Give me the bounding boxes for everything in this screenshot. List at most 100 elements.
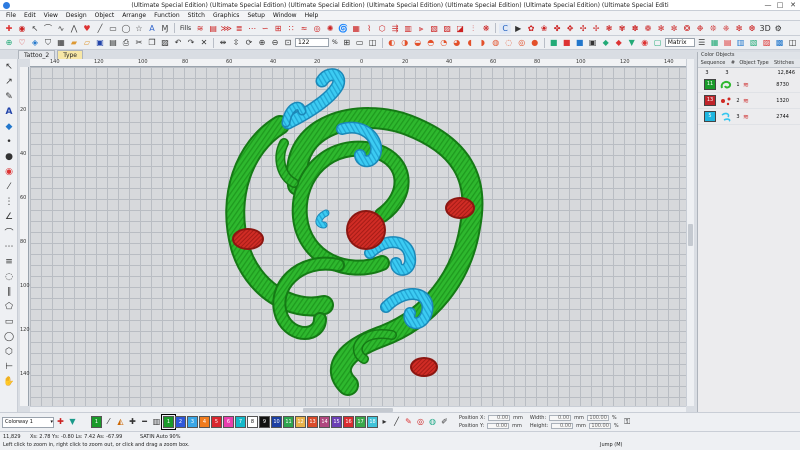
special-fill-13-icon[interactable]: ❂ — [681, 23, 693, 34]
object-3-icon[interactable]: ■ — [574, 37, 586, 48]
save-as-icon[interactable]: ▤ — [107, 37, 119, 48]
color-swatch[interactable]: 9 — [259, 416, 270, 428]
object-13-icon[interactable]: ▧ — [748, 37, 760, 48]
fill-zigzag-icon[interactable]: ≈ — [298, 23, 310, 34]
object-1-icon[interactable]: ■ — [548, 37, 560, 48]
matrix-select[interactable]: Matrix — [664, 38, 695, 47]
hand-icon[interactable]: ✋ — [2, 375, 16, 389]
fill-motif-icon[interactable]: ⋯ — [246, 23, 258, 34]
effect-4-icon[interactable]: ◓ — [425, 37, 437, 48]
special-fill-17-icon[interactable]: ❇ — [733, 23, 745, 34]
effect-12-icon[interactable]: ● — [529, 37, 541, 48]
special-fill-2-icon[interactable]: ❀ — [538, 23, 550, 34]
position-x-input[interactable]: 0.00 — [488, 415, 511, 421]
fill-offset-icon[interactable]: ⌇ — [363, 23, 375, 34]
shirt-icon[interactable]: ▼ — [67, 416, 78, 428]
color-swatch[interactable]: 10 — [271, 416, 282, 428]
effect-1-icon[interactable]: ◐ — [386, 37, 398, 48]
special-fill-16-icon[interactable]: ❈ — [720, 23, 732, 34]
special-fill-14-icon[interactable]: ❉ — [694, 23, 706, 34]
lock-icon[interactable]: ⚿ — [622, 416, 633, 428]
undo-icon[interactable]: ↶ — [172, 37, 184, 48]
effect-10-icon[interactable]: ◌ — [503, 37, 515, 48]
menu-graphics[interactable]: Graphics — [209, 11, 244, 21]
fill-spiral-icon[interactable]: 🌀 — [337, 23, 349, 34]
monogram-icon[interactable]: Ɱ — [159, 23, 171, 34]
menu-function[interactable]: Function — [150, 11, 184, 21]
wilcom-icon[interactable]: ◉ — [16, 23, 28, 34]
rect-icon[interactable]: ▭ — [107, 23, 119, 34]
save-icon[interactable]: ▣ — [94, 37, 106, 48]
color-swatch[interactable]: 8 — [247, 416, 258, 428]
fill-pattern-icon[interactable]: ⋙ — [220, 23, 232, 34]
special-fill-15-icon[interactable]: ❊ — [707, 23, 719, 34]
effect-11-icon[interactable]: ◎ — [516, 37, 528, 48]
hoop-icon[interactable]: ◫ — [367, 37, 379, 48]
redo-icon[interactable]: ↷ — [185, 37, 197, 48]
object-6-icon[interactable]: ◆ — [613, 37, 625, 48]
stitch-player-icon[interactable]: ▶ — [512, 23, 524, 34]
color-swatch[interactable]: 11 — [283, 416, 294, 428]
needle-tool-icon[interactable]: ✎ — [403, 416, 414, 428]
fill-contour-icon[interactable]: ≣ — [233, 23, 245, 34]
object-11-icon[interactable]: ▤ — [722, 37, 734, 48]
satin-column-icon[interactable]: ∥ — [2, 285, 16, 299]
magic-wand-icon[interactable]: ✎ — [2, 90, 16, 104]
color-swatch[interactable]: 3 — [187, 416, 198, 428]
color-swatch[interactable]: 2 — [175, 416, 186, 428]
object-2-icon[interactable]: ■ — [561, 37, 573, 48]
fill-emboss-icon[interactable]: ▥ — [402, 23, 414, 34]
color-swatch[interactable]: 7 — [235, 416, 246, 428]
close-button[interactable]: ✕ — [787, 0, 799, 10]
zoom-out-icon[interactable]: ⊖ — [269, 37, 281, 48]
col-index[interactable]: # — [728, 60, 738, 66]
paste-icon[interactable]: ▨ — [159, 37, 171, 48]
object-5-icon[interactable]: ◆ — [600, 37, 612, 48]
col-stitches[interactable]: Stitches — [770, 60, 798, 66]
color-swatch[interactable]: 5 — [211, 416, 222, 428]
fill-cross-icon[interactable]: ⊞ — [272, 23, 284, 34]
design-canvas[interactable] — [30, 67, 686, 406]
color-swatch[interactable]: 17 — [355, 416, 366, 428]
menu-view[interactable]: View — [40, 11, 62, 21]
colorway-select[interactable]: Colorway 1 ▾ — [2, 416, 54, 428]
cut-icon[interactable]: ✂ — [133, 37, 145, 48]
zoom-in-icon[interactable]: ⊕ — [256, 37, 268, 48]
menu-object[interactable]: Object — [91, 11, 119, 21]
grid-icon[interactable]: ▦ — [55, 37, 67, 48]
print-icon[interactable]: ⎙ — [120, 37, 132, 48]
fill-step-icon[interactable]: ⫸ — [415, 23, 427, 34]
object-12-icon[interactable]: ▥ — [735, 37, 747, 48]
color-swatch[interactable]: 1 — [91, 416, 102, 428]
ellipse-icon[interactable]: ◯ — [120, 23, 132, 34]
new-design-icon[interactable]: ✚ — [3, 23, 15, 34]
zoom-fit-icon[interactable]: ⊡ — [282, 37, 294, 48]
object-15-icon[interactable]: ▩ — [774, 37, 786, 48]
menu-setup[interactable]: Setup — [243, 11, 268, 21]
plus-icon[interactable]: ✚ — [127, 416, 138, 428]
run-icon[interactable]: ⋯ — [2, 240, 16, 254]
mirror-h-icon[interactable]: ⇹ — [217, 37, 229, 48]
width-input[interactable]: 0.00 — [549, 415, 572, 421]
special-fill-3-icon[interactable]: ✤ — [551, 23, 563, 34]
eyedropper-icon[interactable]: ⁄ — [103, 416, 114, 428]
tab-tattoo[interactable]: Tattoo_2 — [18, 50, 56, 59]
vertical-scrollbar[interactable] — [686, 59, 694, 406]
color-swatch[interactable]: 6 — [223, 416, 234, 428]
fill-chenille-icon[interactable]: ❋ — [480, 23, 492, 34]
folder-icon[interactable]: ▱ — [81, 37, 93, 48]
object-16-icon[interactable]: ◫ — [787, 37, 799, 48]
color-swatch[interactable]: 14 — [319, 416, 330, 428]
text-icon[interactable]: A — [2, 105, 16, 119]
measure-icon[interactable]: ⊢ — [2, 360, 16, 374]
menu-stitch[interactable]: Stitch — [184, 11, 209, 21]
special-fill-12-icon[interactable]: ✼ — [668, 23, 680, 34]
object-row[interactable]: 11 1 ≋ 8730 — [698, 77, 800, 93]
heart-icon[interactable]: ♥ — [81, 23, 93, 34]
color-swatch[interactable]: 16 — [343, 416, 354, 428]
node-edit-icon[interactable]: ↖ — [29, 23, 41, 34]
fill-shadow-icon[interactable]: ◪ — [454, 23, 466, 34]
align-icon[interactable]: ☰ — [696, 37, 708, 48]
object-10-icon[interactable]: ▦ — [709, 37, 721, 48]
circle-red-icon[interactable]: ◉ — [2, 165, 16, 179]
